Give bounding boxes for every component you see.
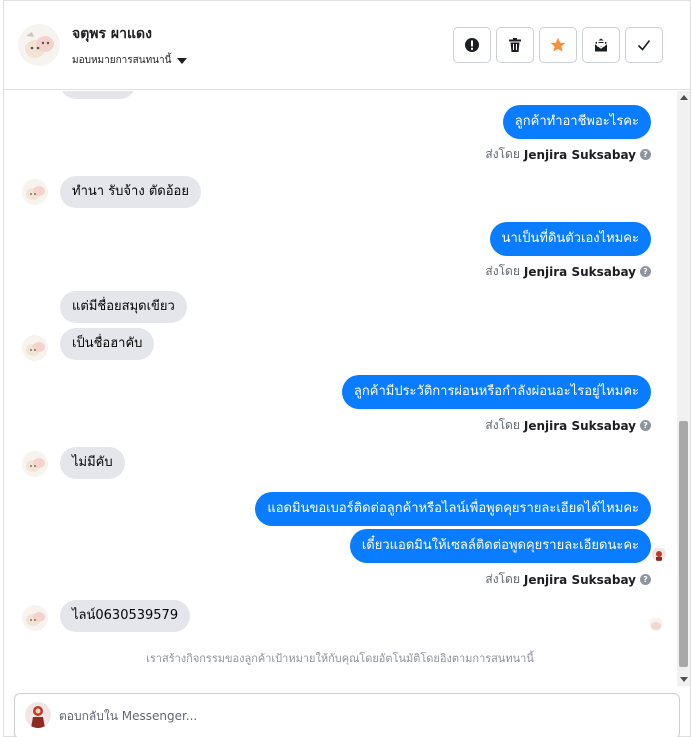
- contact-avatar-small: [22, 451, 48, 477]
- scrollbar[interactable]: [677, 91, 690, 686]
- message-bubble-incoming: [60, 91, 136, 99]
- sent-by-label: ส่งโดย Jenjira Suksabay ?: [485, 416, 651, 435]
- page-avatar: [25, 702, 51, 728]
- seen-avatar: [649, 617, 663, 631]
- message-bubble-incoming: เป็นชื่อฮาคับ: [60, 328, 155, 360]
- scrollbar-thumb[interactable]: [679, 421, 688, 667]
- alert-icon: [465, 38, 479, 52]
- mark-unread-button[interactable]: [582, 27, 620, 63]
- message-bubble-incoming: ไลน์0630539579: [60, 600, 191, 632]
- star-icon: [550, 37, 566, 52]
- seen-avatar: [652, 547, 666, 561]
- assign-conversation-dropdown[interactable]: มอบหมายการสนทนานี้: [72, 53, 188, 68]
- mark-unread-icon: [594, 38, 608, 52]
- caret-down-icon: [177, 57, 188, 64]
- contact-name: จตุพร ผาแดง: [72, 26, 152, 42]
- sent-by-label: ส่งโดย Jenjira Suksabay ?: [485, 262, 651, 281]
- system-note: เราสร้างกิจกรรมของลูกค้าเป้าหมายให้กับคุ…: [146, 652, 534, 665]
- help-icon[interactable]: ?: [640, 420, 651, 431]
- message-bubble-outgoing: เดี๋ยวแอดมินให้เซลล์ติดต่อพูดคุยรายละเอี…: [349, 529, 651, 563]
- sender-name: Jenjira Suksabay: [523, 147, 636, 162]
- sender-name: Jenjira Suksabay: [523, 264, 636, 279]
- message-bubble-incoming: แต่มีชื่อยสมุดเขียว: [60, 291, 187, 323]
- help-icon[interactable]: ?: [640, 574, 651, 585]
- sender-name: Jenjira Suksabay: [523, 572, 636, 587]
- reply-composer[interactable]: [14, 693, 680, 737]
- contact-avatar-small: [22, 179, 48, 205]
- sent-by-label: ส่งโดย Jenjira Suksabay ?: [485, 570, 651, 589]
- message-bubble-outgoing: ลูกค้าทำอาชีพอะไรคะ: [502, 105, 651, 139]
- check-icon: [637, 40, 651, 51]
- assign-label: มอบหมายการสนทนานี้: [72, 55, 172, 66]
- help-icon[interactable]: ?: [640, 266, 651, 277]
- mark-done-button[interactable]: [625, 27, 663, 63]
- sent-by-prefix: ส่งโดย: [485, 418, 520, 432]
- help-icon[interactable]: ?: [640, 149, 651, 160]
- sent-by-prefix: ส่งโดย: [485, 572, 520, 586]
- trash-icon: [509, 38, 521, 52]
- star-button[interactable]: [539, 27, 577, 63]
- message-bubble-outgoing: แอดมินขอเบอร์ติดต่อลูกค้าหรือไลน์เพื่อพู…: [255, 492, 651, 526]
- contact-avatar-small: [22, 335, 48, 361]
- scroll-up-arrow-icon[interactable]: [680, 95, 688, 100]
- conversation-header: จตุพร ผาแดง มอบหมายการสนทนานี้: [4, 1, 690, 90]
- scroll-down-arrow-icon[interactable]: [680, 677, 688, 682]
- message-bubble-incoming: ไม่มีคับ: [60, 447, 125, 479]
- message-list[interactable]: ลูกค้าทำอาชีพอะไรคะ ส่งโดย Jenjira Suksa…: [4, 91, 676, 686]
- message-bubble-outgoing: นาเป็นที่ดินตัวเองไหมคะ: [489, 222, 651, 256]
- message-bubble-incoming: ทำนา รับจ้าง ตัดอ้อย: [60, 176, 201, 208]
- contact-avatar-small: [22, 605, 48, 631]
- reply-input[interactable]: [59, 702, 659, 730]
- message-bubble-outgoing: ลูกค้ามีประวัติการผ่อนหรือกำลังผ่อนอะไรอ…: [341, 375, 651, 409]
- sent-by-label: ส่งโดย Jenjira Suksabay ?: [485, 145, 651, 164]
- sent-by-prefix: ส่งโดย: [485, 147, 520, 161]
- delete-button[interactable]: [496, 27, 534, 63]
- contact-avatar[interactable]: [18, 24, 60, 66]
- mark-spam-button[interactable]: [453, 27, 491, 63]
- sent-by-prefix: ส่งโดย: [485, 264, 520, 278]
- sender-name: Jenjira Suksabay: [523, 418, 636, 433]
- conversation-panel: จตุพร ผาแดง มอบหมายการสนทนานี้ ลูกค้าทำอ…: [3, 0, 691, 737]
